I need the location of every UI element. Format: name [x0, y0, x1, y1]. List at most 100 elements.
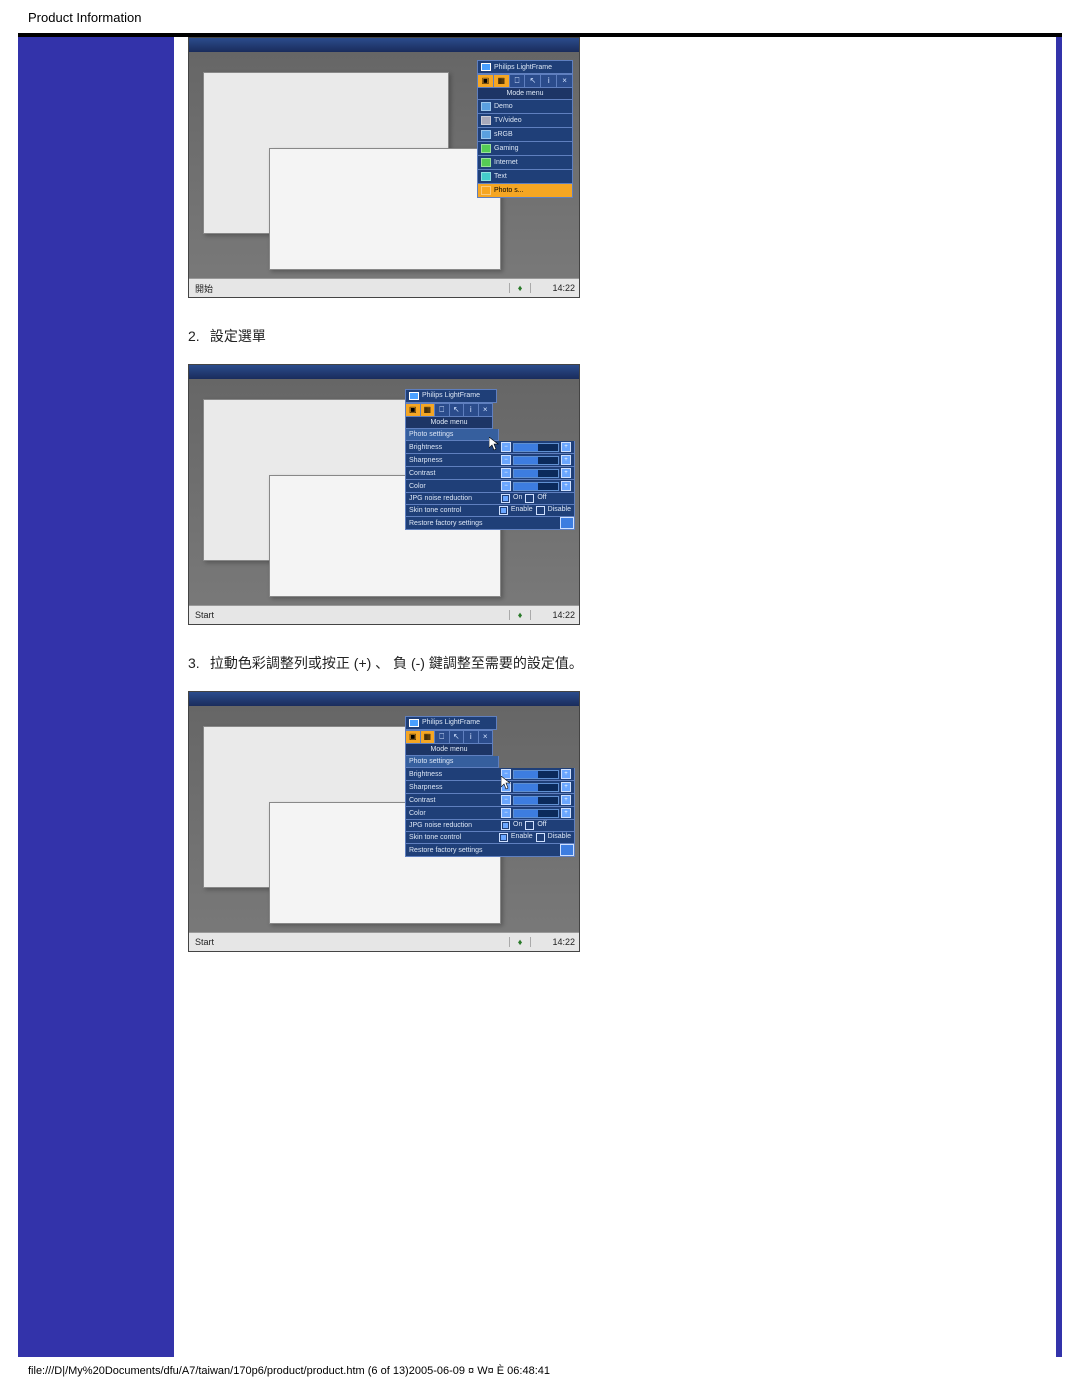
row-color: Color − + [405, 807, 575, 820]
desktop-titlebar [189, 692, 579, 706]
tb-btn-4[interactable]: ↖ [450, 404, 465, 416]
jpg-on-label: On [513, 821, 522, 830]
window-front [269, 148, 501, 270]
srgb-icon [481, 130, 491, 139]
photo-settings-header: Photo settings [405, 756, 499, 768]
restore-button[interactable] [560, 517, 574, 529]
demo-icon [481, 102, 491, 111]
skin-enable-checkbox[interactable] [499, 833, 508, 842]
tray-icon[interactable]: ♦ [509, 610, 530, 620]
row-brightness: Brightness −+ [405, 768, 575, 781]
tb-btn-6[interactable]: × [479, 731, 493, 743]
brightness-slider[interactable] [513, 443, 559, 452]
lightframe-panel: Philips LightFrame ▣ ▦ ⎕ ↖ i × Mode menu… [405, 389, 573, 530]
minus-button[interactable]: − [501, 795, 511, 805]
tb-btn-4[interactable]: ↖ [525, 75, 541, 87]
minus-button[interactable]: − [501, 442, 511, 452]
tb-btn-2[interactable]: ▦ [421, 404, 436, 416]
tb-btn-1[interactable]: ▣ [406, 404, 421, 416]
plus-button[interactable]: + [561, 795, 571, 805]
skin-enable-checkbox[interactable] [499, 506, 508, 515]
tb-btn-1[interactable]: ▣ [406, 731, 421, 743]
sharpness-slider[interactable] [513, 456, 559, 465]
tb-btn-3[interactable]: ⎕ [435, 404, 450, 416]
brightness-label: Brightness [406, 769, 498, 780]
panel-toolbar: ▣ ▦ ⎕ ↖ i × [405, 730, 493, 744]
minus-button[interactable]: − [501, 468, 511, 478]
mode-header: Mode menu [405, 417, 493, 429]
start-button[interactable]: Start [189, 610, 509, 620]
page-header: Product Information [0, 0, 1080, 33]
desktop-titlebar [189, 38, 579, 52]
contrast-slider[interactable] [513, 796, 559, 805]
minus-button[interactable]: − [501, 455, 511, 465]
mode-header: Mode menu [477, 88, 573, 100]
contrast-label: Contrast [406, 468, 498, 479]
tb-btn-5[interactable]: i [541, 75, 557, 87]
tb-btn-1[interactable]: ▣ [478, 75, 494, 87]
panel-toolbar: ▣ ▦ ⎕ ↖ i × [405, 403, 493, 417]
step-3: 3. 拉動色彩調整列或按正 (+) 、 負 (-) 鍵調整至需要的設定值。 [188, 653, 1056, 673]
taskbar: Start ♦ 14:22 [189, 605, 579, 624]
skin-label: Skin tone control [406, 832, 496, 843]
tb-btn-5[interactable]: i [464, 404, 479, 416]
taskbar-clock: 14:22 [530, 937, 579, 947]
tb-btn-6[interactable]: × [557, 75, 572, 87]
mode-item-gaming[interactable]: Gaming [477, 142, 573, 156]
minus-button[interactable]: − [501, 481, 511, 491]
plus-button[interactable]: + [561, 455, 571, 465]
minus-button[interactable]: − [501, 808, 511, 818]
tray-icon[interactable]: ♦ [509, 937, 530, 947]
mode-item-photo[interactable]: Photo s... [477, 184, 573, 198]
color-slider[interactable] [513, 809, 559, 818]
brightness-label: Brightness [406, 442, 498, 453]
mode-item-internet[interactable]: Internet [477, 156, 573, 170]
plus-button[interactable]: + [561, 442, 571, 452]
panel-title: Philips LightFrame [405, 389, 497, 403]
plus-button[interactable]: + [561, 481, 571, 491]
plus-button[interactable]: + [561, 468, 571, 478]
tb-btn-3[interactable]: ⎕ [435, 731, 450, 743]
cursor-icon [501, 776, 511, 790]
mode-item-tv[interactable]: TV/video [477, 114, 573, 128]
main-column: Philips LightFrame ▣ ▦ ⎕ ↖ i × Mode menu… [174, 37, 1056, 1357]
jpg-off-checkbox[interactable] [525, 494, 534, 503]
tb-btn-2[interactable]: ▦ [494, 75, 510, 87]
mode-item-srgb[interactable]: sRGB [477, 128, 573, 142]
jpg-label: JPG noise reduction [406, 820, 498, 831]
color-slider[interactable] [513, 482, 559, 491]
jpg-on-checkbox[interactable] [501, 494, 510, 503]
brightness-slider[interactable] [513, 770, 559, 779]
step-3-num: 3. [188, 655, 206, 671]
color-label: Color [406, 808, 498, 819]
skin-disable-checkbox[interactable] [536, 833, 545, 842]
tb-btn-2[interactable]: ▦ [421, 731, 436, 743]
row-jpg-noise: JPG noise reduction On Off [405, 820, 575, 832]
skin-disable-label: Disable [548, 506, 571, 515]
figure-3: Philips LightFrame ▣ ▦ ⎕ ↖ i × Mode menu… [188, 691, 580, 952]
plus-button[interactable]: + [561, 808, 571, 818]
jpg-on-checkbox[interactable] [501, 821, 510, 830]
tb-btn-3[interactable]: ⎕ [510, 75, 526, 87]
start-button[interactable]: 開始 [189, 282, 509, 295]
plus-button[interactable]: + [561, 782, 571, 792]
sharpness-slider[interactable] [513, 783, 559, 792]
mode-item-demo[interactable]: Demo [477, 100, 573, 114]
tb-btn-6[interactable]: × [479, 404, 493, 416]
jpg-off-checkbox[interactable] [525, 821, 534, 830]
row-skin-tone: Skin tone control Enable Disable [405, 505, 575, 517]
start-button[interactable]: Start [189, 937, 509, 947]
mode-item-text[interactable]: Text [477, 170, 573, 184]
restore-button[interactable] [560, 844, 574, 856]
row-contrast: Contrast − + [405, 467, 575, 480]
photo-icon [481, 186, 491, 195]
plus-button[interactable]: + [561, 769, 571, 779]
contrast-slider[interactable] [513, 469, 559, 478]
skin-disable-checkbox[interactable] [536, 506, 545, 515]
tray-icon[interactable]: ♦ [509, 283, 530, 293]
skin-enable-label: Enable [511, 833, 533, 842]
tb-btn-5[interactable]: i [464, 731, 479, 743]
row-restore: Restore factory settings [405, 844, 575, 857]
tb-btn-4[interactable]: ↖ [450, 731, 465, 743]
row-contrast: Contrast −+ [405, 794, 575, 807]
